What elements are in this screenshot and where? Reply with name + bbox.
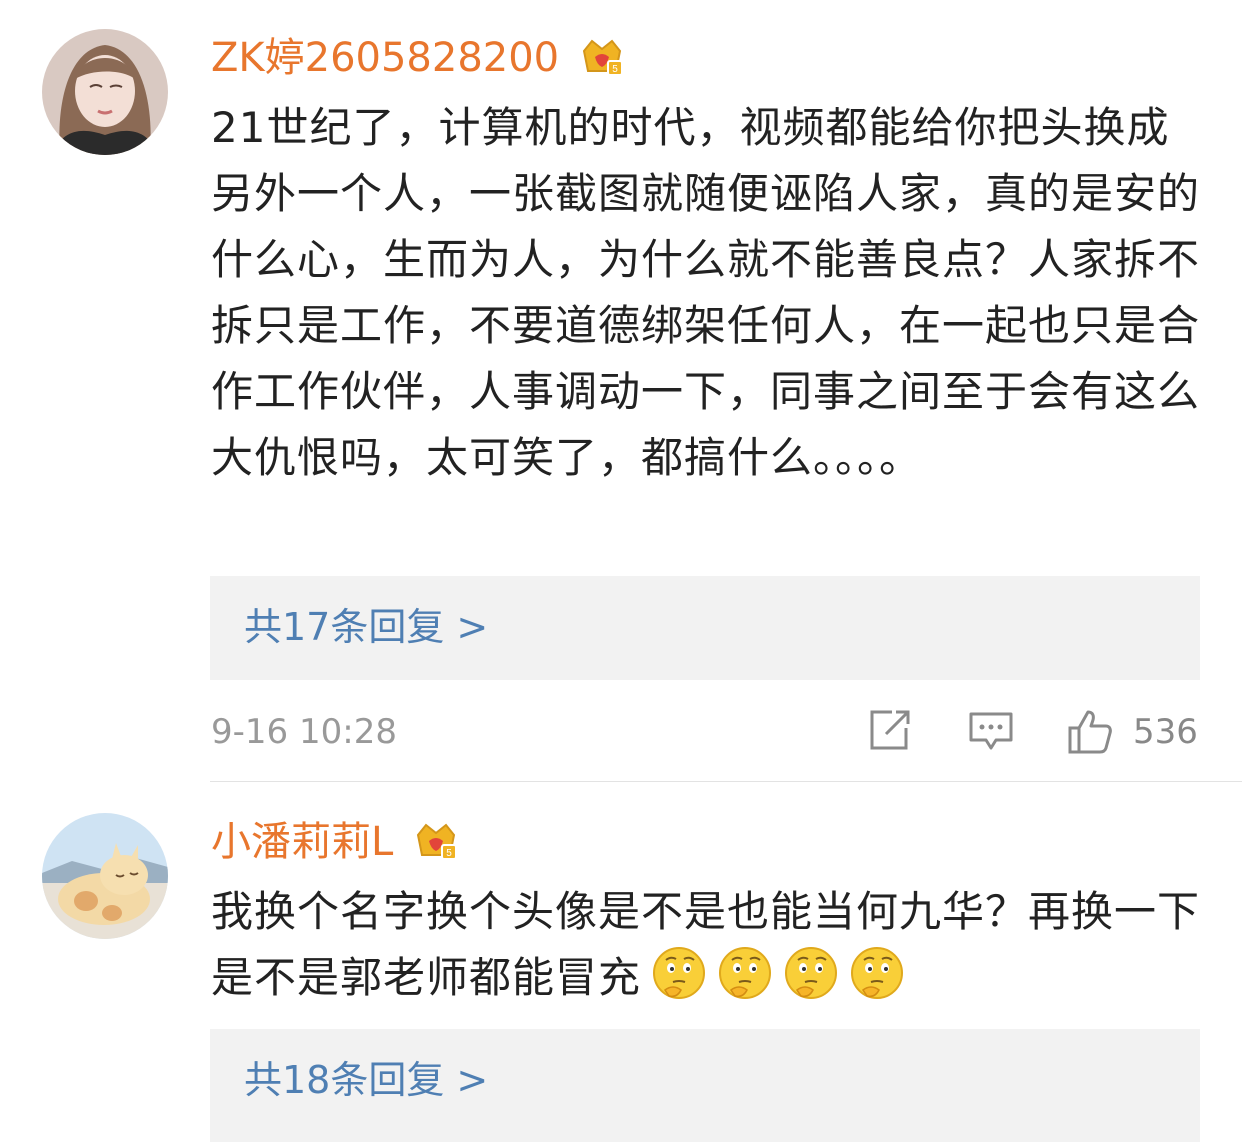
crown-badge-icon: 5	[580, 37, 624, 89]
view-replies-button[interactable]: 共17条回复 >	[210, 576, 1200, 680]
comment-icon[interactable]	[968, 708, 1014, 758]
avatar[interactable]	[42, 29, 168, 155]
timestamp: 9-16 10:28	[211, 712, 397, 752]
username[interactable]: 小潘莉莉L 5	[211, 817, 458, 873]
svg-text:5: 5	[446, 848, 452, 859]
divider	[210, 781, 1242, 782]
thinking-emoji-icon	[717, 946, 773, 1002]
like-icon[interactable]	[1066, 708, 1114, 760]
replies-count-label: 共17条回复 >	[244, 605, 489, 649]
crown-badge-icon: 5	[414, 821, 458, 873]
thinking-emoji-icon	[651, 946, 707, 1002]
comment-item: ZK婷2605828200 5 21世纪了，计算机的时代，视频都能给你把头换成另…	[0, 0, 1242, 782]
comment-text: 我换个名字换个头像是不是也能当何九华？再换一下是不是郭老师都能冒充	[211, 879, 1201, 1011]
avatar[interactable]	[42, 813, 168, 939]
thinking-emoji-icon	[849, 946, 905, 1002]
comment-item: 小潘莉莉L 5 我换个名字换个头像是不是也能当何九华？再换一下是不是郭老师都能冒…	[0, 783, 1242, 1142]
share-icon[interactable]	[866, 708, 912, 758]
thinking-emoji-icon	[783, 946, 839, 1002]
username[interactable]: ZK婷2605828200 5	[211, 33, 624, 89]
comment-text: 21世纪了，计算机的时代，视频都能给你把头换成另外一个人，一张截图就随便诬陷人家…	[211, 103, 1201, 482]
replies-count-label: 共18条回复 >	[244, 1058, 489, 1102]
svg-text:5: 5	[612, 64, 618, 75]
like-count: 536	[1133, 712, 1198, 752]
view-replies-button[interactable]: 共18条回复 >	[210, 1029, 1200, 1142]
